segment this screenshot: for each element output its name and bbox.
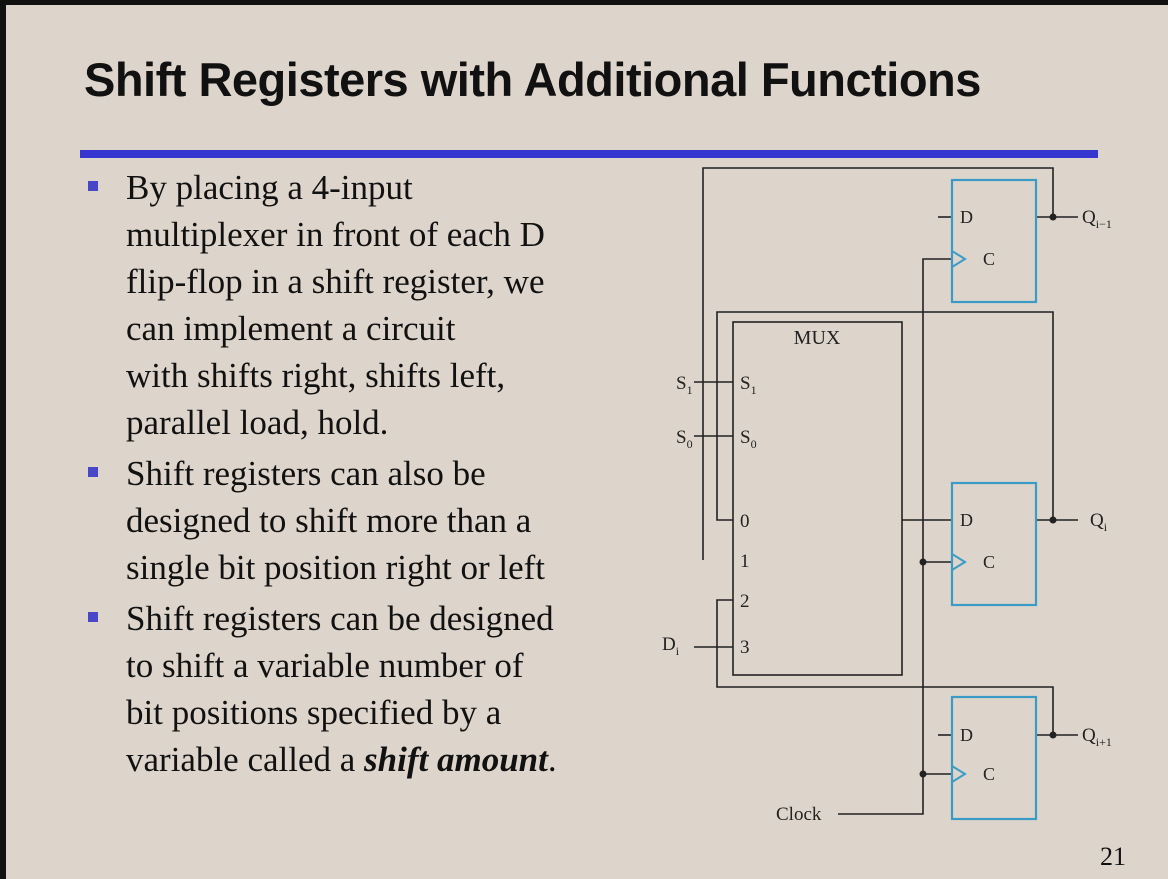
mux-block [732, 321, 903, 676]
output-q-label: Qi [1090, 510, 1108, 534]
bullet-list: By placing a 4-input multiplexer in fron… [84, 164, 624, 783]
mux-input-0: 0 [740, 511, 750, 532]
shift-register-mux-diagram: MUX S1 S0 S1 S0 0 1 2 3 Di D C D C D C Q… [662, 167, 1112, 825]
output-q-prev-label: Qi−1 [1082, 207, 1112, 231]
ff-middle-d-label: D [960, 510, 973, 530]
bullet-item: Shift registers can also be designed to … [84, 450, 624, 591]
select-s1-label: S1 [676, 373, 693, 397]
ff-bottom-c-label: C [983, 764, 995, 784]
ff-top-c-label: C [983, 249, 995, 269]
bullet-line: multiplexer in front of each D [126, 215, 545, 254]
flipflop-middle: D C [950, 481, 1038, 607]
mux-s1-pin-label: S1 [740, 373, 757, 397]
bullet-line: parallel load, hold. [126, 403, 389, 442]
bullet-square-icon [88, 467, 98, 477]
bullet-line: variable called a shift amount. [126, 736, 624, 783]
output-q-next-label: Qi+1 [1082, 725, 1112, 749]
ff-bottom-d-label: D [960, 725, 973, 745]
bullet-line: flip-flop in a shift register, we [126, 262, 545, 301]
left-border [0, 0, 6, 879]
mux-input-1: 1 [740, 551, 750, 572]
flipflop-bottom: D C [950, 695, 1038, 821]
bullet-line: designed to shift more than a [126, 501, 532, 540]
mux-s0-pin-label: S0 [740, 427, 757, 451]
wires [694, 167, 1078, 815]
bullet-item: By placing a 4-input multiplexer in fron… [84, 164, 624, 446]
ff-middle-c-label: C [983, 552, 995, 572]
bullet-text: . [547, 740, 557, 779]
ff-top-d-label: D [960, 207, 973, 227]
page-number: 21 [1100, 842, 1126, 871]
data-input-label: Di [662, 634, 680, 658]
mux-input-3: 3 [740, 637, 750, 658]
bullet-line: bit positions specified by a [126, 693, 502, 732]
bullet-line: can implement a circuit [126, 309, 456, 348]
flipflop-top: D C [950, 178, 1038, 304]
bullet-line: By placing a 4-input [126, 168, 413, 207]
shift-amount-emphasis: shift amount [364, 740, 548, 779]
mux-label: MUX [794, 327, 841, 349]
bullet-item: Shift registers can be designed to shift… [84, 595, 624, 783]
bullet-text: variable called a [126, 740, 365, 779]
bullet-line: Shift registers can also be [126, 454, 486, 493]
select-s0-label: S0 [676, 427, 693, 451]
top-border [0, 0, 1168, 5]
mux-input-2: 2 [740, 591, 750, 612]
bullet-square-icon [88, 612, 98, 622]
clock-label: Clock [776, 804, 822, 825]
bullet-line: with shifts right, shifts left, [126, 356, 506, 395]
title-rule [80, 150, 1098, 158]
bullet-line: Shift registers can be designed [126, 599, 554, 638]
bullet-square-icon [88, 181, 98, 191]
bullet-line: to shift a variable number of [126, 646, 524, 685]
bullet-line: single bit position right or left [126, 548, 545, 587]
slide-title: Shift Registers with Additional Function… [84, 53, 981, 106]
